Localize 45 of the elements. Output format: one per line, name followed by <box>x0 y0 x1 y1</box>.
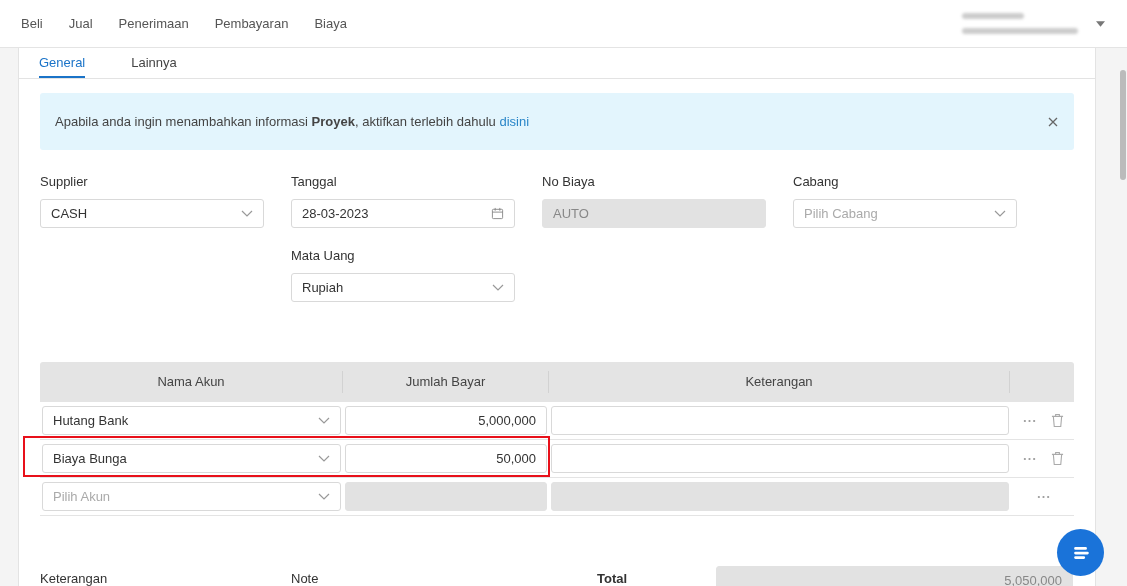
date-field[interactable]: 28-03-2023 <box>291 199 515 228</box>
nav-link[interactable]: Jual <box>68 16 93 31</box>
nav-link[interactable]: Pembayaran <box>214 16 289 31</box>
chevron-down-icon <box>241 210 253 217</box>
more-icon[interactable] <box>1023 456 1036 461</box>
column-header: Nama Akun <box>40 371 343 393</box>
nav-link[interactable]: Biaya <box>314 16 347 31</box>
amount-field[interactable]: 5,000,000 <box>345 406 547 435</box>
chevron-down-icon <box>318 455 330 462</box>
note-field[interactable] <box>551 444 1009 473</box>
more-icon[interactable] <box>1023 418 1036 423</box>
select-field[interactable]: Rupiah <box>291 273 515 302</box>
total-field: 5,050,000 <box>716 566 1073 586</box>
chevron-down-icon <box>318 493 330 500</box>
column-header: Keterangan <box>549 371 1010 393</box>
calendar-icon <box>491 207 504 220</box>
column-header: Jumlah Bayar <box>343 371 549 393</box>
select-field[interactable]: CASH <box>40 199 264 228</box>
nav-link[interactable]: Penerimaan <box>118 16 189 31</box>
account-select[interactable]: Biaya Bunga <box>42 444 341 473</box>
amount-field[interactable]: 50,000 <box>345 444 547 473</box>
close-icon[interactable] <box>1048 116 1058 127</box>
chevron-down-icon <box>492 284 504 291</box>
note-field[interactable] <box>551 406 1009 435</box>
trash-icon[interactable] <box>1051 413 1064 428</box>
caret-icon[interactable] <box>1096 20 1105 27</box>
field-label: No Biaya <box>542 174 596 189</box>
field-label: Mata Uang <box>291 248 356 263</box>
redacted-text <box>962 13 1024 19</box>
field-label: Note <box>291 572 320 586</box>
chevron-down-icon <box>994 210 1006 217</box>
nav-link[interactable]: Beli <box>21 16 43 31</box>
field-label: Supplier <box>40 174 89 189</box>
tab[interactable]: General <box>39 48 86 78</box>
tab[interactable]: Lainnya <box>131 48 177 78</box>
field-label: Cabang <box>793 174 840 189</box>
enable-link[interactable]: disini <box>499 114 530 129</box>
info-message: Apabila anda ingin menambahkan informasi Proyek, aktifkan terlebih dahulu disini <box>55 114 530 129</box>
field-label: Total <box>597 572 629 586</box>
account-select[interactable]: Hutang Bank <box>42 406 341 435</box>
field-label: Tanggal <box>291 174 338 189</box>
chevron-down-icon <box>318 417 330 424</box>
field-label: Keterangan <box>40 572 109 586</box>
scrollbar-thumb[interactable] <box>1120 70 1126 180</box>
trash-icon[interactable] <box>1051 451 1064 466</box>
